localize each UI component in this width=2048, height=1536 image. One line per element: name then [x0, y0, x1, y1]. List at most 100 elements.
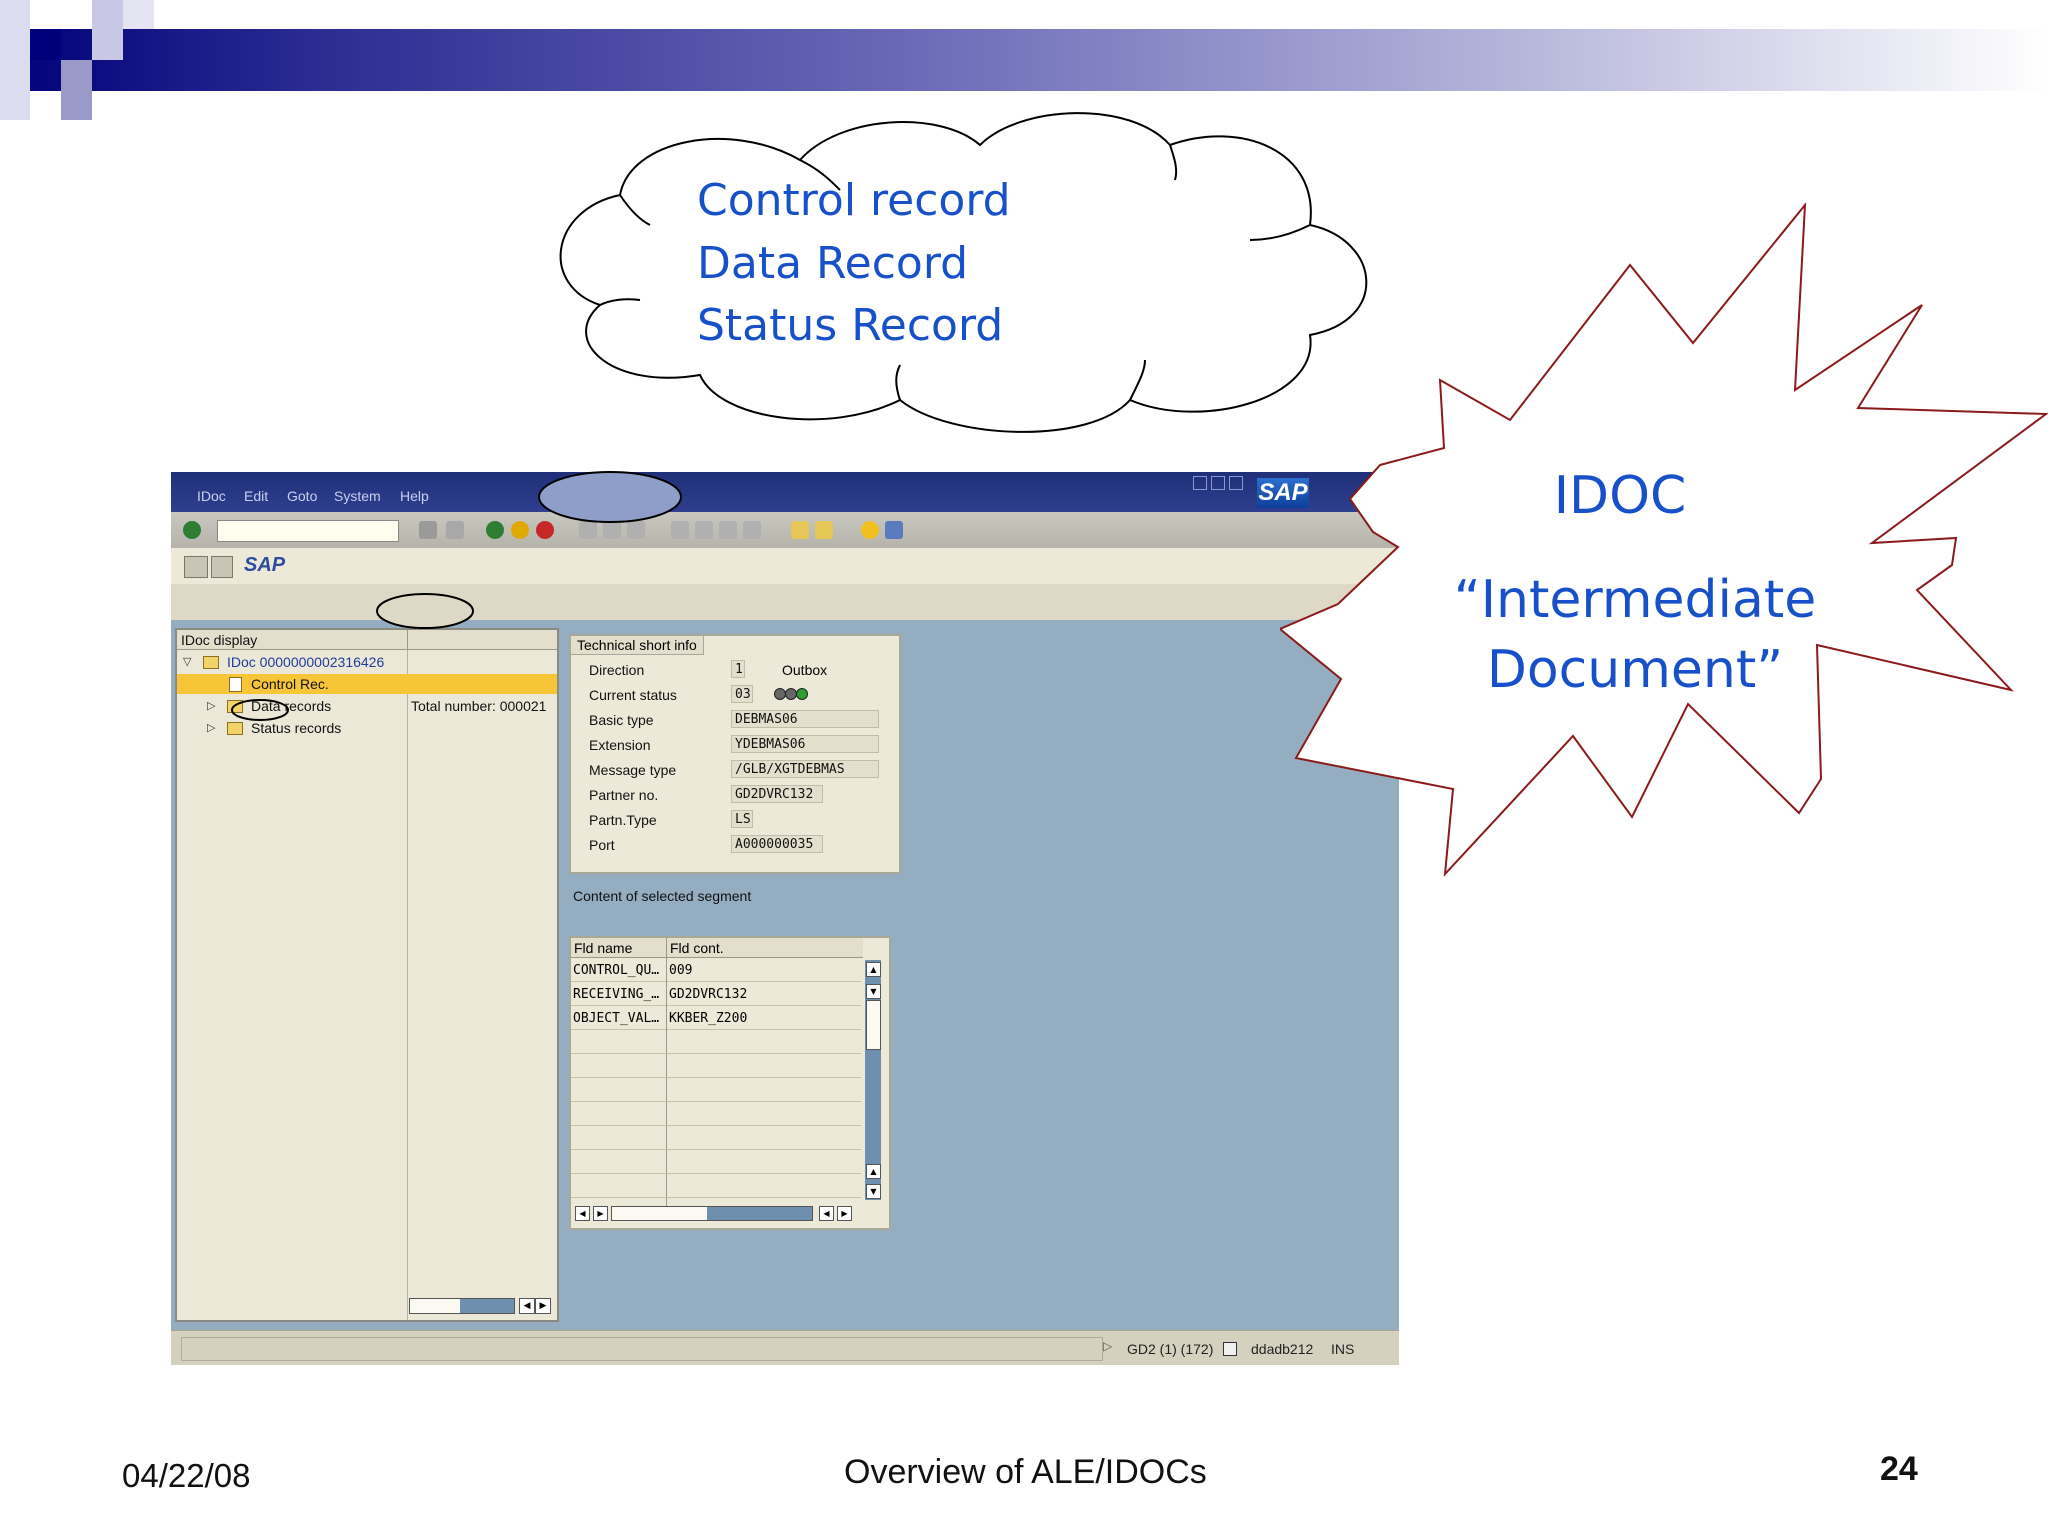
tree-row-root[interactable]: ▽ IDoc 0000000002316426 — [177, 652, 557, 672]
expand-closed-icon[interactable]: ▷ — [207, 718, 215, 738]
enter-check-icon[interactable] — [183, 521, 201, 539]
document-icon — [229, 677, 242, 692]
label-basic-type: Basic type — [589, 712, 654, 728]
sap-toolbar — [171, 512, 1399, 548]
value-direction: 1 — [731, 660, 745, 678]
create-session-icon[interactable] — [791, 521, 809, 539]
table-cell-field-content[interactable]: GD2DVRC132 — [667, 984, 861, 1006]
menu-idoc[interactable]: IDoc — [197, 488, 226, 504]
layout-menu-icon[interactable] — [885, 521, 903, 539]
scrollbar-thumb[interactable] — [612, 1207, 707, 1220]
column-header-field-name[interactable]: Fld name — [571, 938, 667, 958]
value-port: A000000035 — [731, 835, 823, 853]
scroll-left-icon[interactable]: ◀ — [519, 1298, 535, 1314]
horizontal-scrollbar[interactable] — [611, 1206, 813, 1221]
last-page-icon[interactable] — [743, 521, 761, 539]
window-minimize-icon[interactable] — [1193, 476, 1207, 490]
footer-page-number: 24 — [1880, 1450, 1918, 1488]
cancel-icon[interactable] — [536, 521, 554, 539]
tree-header: IDoc display — [177, 630, 407, 650]
table-cell-field-content[interactable]: 009 — [667, 960, 861, 982]
tree-header-blank — [407, 630, 557, 650]
table-empty-row — [571, 1104, 861, 1126]
next-page-icon[interactable] — [719, 521, 737, 539]
folder-icon — [227, 722, 243, 735]
vertical-scrollbar[interactable]: ▲ ▼ ▲ ▼ — [865, 960, 881, 1200]
table-cell-field-name[interactable]: RECEIVING_… — [571, 984, 666, 1006]
tree-row-control-rec[interactable]: Control Rec. — [177, 674, 557, 694]
window-maximize-icon[interactable] — [1211, 476, 1225, 490]
value-basic-type: DEBMAS06 — [731, 710, 879, 728]
technical-info-box: Technical short info Direction 1 Outbox … — [569, 634, 901, 874]
status-mode: INS — [1331, 1341, 1355, 1357]
column-header-field-content[interactable]: Fld cont. — [667, 938, 863, 958]
sap-menubar: IDoc Edit Goto System Help SAP — [171, 472, 1399, 512]
shortcut-icon[interactable] — [815, 521, 833, 539]
scrollbar-thumb[interactable] — [866, 1000, 881, 1050]
value-message-type: /GLB/XGTDEBMAS — [731, 760, 879, 778]
status-system: GD2 (1) (172) — [1127, 1341, 1214, 1357]
scrollbar-thumb[interactable] — [410, 1299, 460, 1313]
back-arrow-icon[interactable] — [419, 521, 437, 539]
status-expand-icon[interactable]: ▷ — [1103, 1339, 1112, 1353]
menu-system[interactable]: System — [334, 488, 381, 504]
status-host: ddadb212 — [1251, 1341, 1314, 1357]
print-icon[interactable] — [579, 521, 597, 539]
application-toolbar — [171, 584, 1399, 622]
tab-technical-short-info[interactable]: Technical short info — [571, 636, 704, 655]
scroll-down-icon[interactable]: ▼ — [866, 984, 881, 999]
menu-goto[interactable]: Goto — [287, 488, 317, 504]
header-square — [61, 60, 92, 120]
sap-window: IDoc Edit Goto System Help SAP SAP IDoc … — [171, 472, 1399, 1365]
table-cell-field-name[interactable]: OBJECT_VAL… — [571, 1008, 666, 1030]
table-cell-field-content[interactable]: KKBER_Z200 — [667, 1008, 861, 1030]
status-list-icon[interactable] — [1223, 1342, 1237, 1356]
save-icon[interactable] — [446, 521, 464, 539]
scroll-left-icon[interactable]: ◀ — [819, 1206, 834, 1221]
value-current-status: 03 — [731, 685, 753, 703]
tree-divider — [407, 650, 408, 1320]
expand-closed-icon[interactable]: ▷ — [207, 696, 215, 716]
sap-title-bar: SAP — [171, 548, 1399, 585]
display-icon[interactable] — [211, 556, 233, 578]
menu-edit[interactable]: Edit — [244, 488, 268, 504]
horizontal-scrollbar[interactable] — [409, 1298, 515, 1314]
tree-item-label: Control Rec. — [251, 676, 329, 692]
expand-open-icon[interactable]: ▽ — [183, 652, 191, 672]
direction-outbox: Outbox — [782, 662, 828, 678]
command-field[interactable] — [217, 520, 399, 542]
find-next-icon[interactable] — [627, 521, 645, 539]
table-empty-row — [571, 1176, 861, 1198]
back-icon[interactable] — [486, 521, 504, 539]
footer-date: 04/22/08 — [122, 1457, 251, 1494]
find-icon[interactable] — [603, 521, 621, 539]
label-port: Port — [589, 837, 615, 853]
idoc-tree-panel: IDoc display ▽ IDoc 0000000002316426 Con… — [175, 628, 559, 1322]
menu-help[interactable]: Help — [400, 488, 429, 504]
scroll-down-icon[interactable]: ▼ — [866, 1184, 881, 1199]
scroll-right-icon[interactable]: ▶ — [593, 1206, 608, 1221]
tree-item-label: Status records — [251, 720, 342, 736]
cloud-line-control-record: Control record — [697, 175, 1011, 226]
table-cell-field-name[interactable]: CONTROL_QU… — [571, 960, 666, 982]
scroll-right-icon[interactable]: ▶ — [837, 1206, 852, 1221]
status-message-field — [181, 1337, 1103, 1361]
other-object-icon[interactable] — [184, 556, 208, 578]
scroll-left-icon[interactable]: ◀ — [575, 1206, 590, 1221]
scroll-up-icon[interactable]: ▲ — [866, 1164, 881, 1179]
exit-icon[interactable] — [511, 521, 529, 539]
help-icon[interactable] — [861, 521, 879, 539]
value-partner-type: LS — [731, 810, 753, 828]
window-close-icon[interactable] — [1229, 476, 1243, 490]
footer-title: Overview of ALE/IDOCs — [844, 1453, 1207, 1491]
tree-row-data-records[interactable]: ▷ Data records Total number: 000021 — [177, 696, 557, 716]
first-page-icon[interactable] — [671, 521, 689, 539]
starburst-subtitle-line1: “Intermediate — [1453, 570, 1817, 630]
cloud-line-data-record: Data Record — [697, 238, 969, 289]
scroll-up-icon[interactable]: ▲ — [866, 962, 881, 977]
tree-row-status-records[interactable]: ▷ Status records — [177, 718, 557, 738]
starburst-subtitle-line2: Document” — [1486, 640, 1784, 700]
label-direction: Direction — [589, 662, 645, 678]
previous-page-icon[interactable] — [695, 521, 713, 539]
scroll-right-icon[interactable]: ▶ — [535, 1298, 551, 1314]
